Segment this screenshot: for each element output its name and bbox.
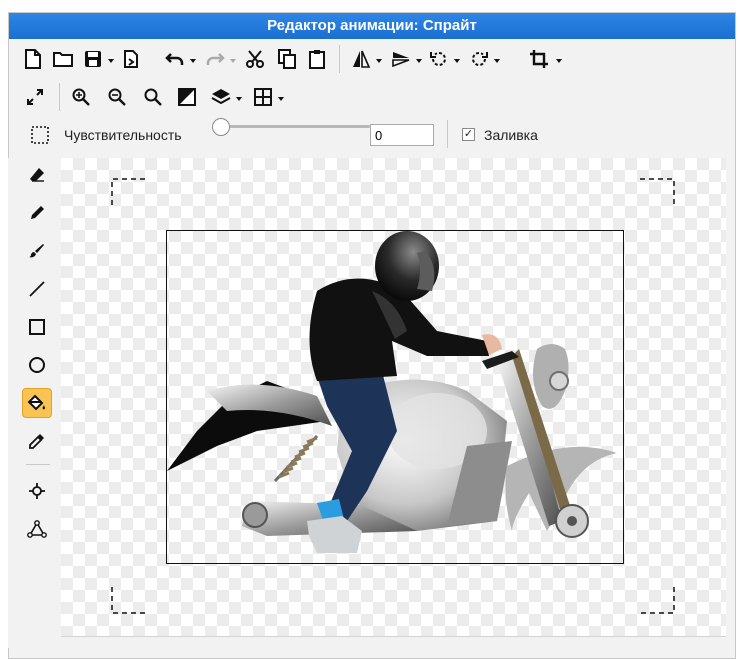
tool-palette (8, 158, 60, 648)
node-edit-icon[interactable] (22, 514, 52, 544)
stage-corner-bottom-left (111, 587, 146, 614)
canvas-bottom-scrollbar[interactable] (61, 636, 726, 649)
stage-corner-bottom-right (640, 587, 675, 614)
zoom-out-icon[interactable] (103, 83, 131, 111)
undo-icon[interactable] (161, 45, 189, 73)
crop-dropdown-icon[interactable] (555, 53, 563, 63)
pencil-icon[interactable] (22, 198, 52, 228)
grid-icon[interactable] (249, 83, 277, 111)
rotate-left-icon[interactable] (425, 45, 453, 73)
flip-v-dropdown-icon[interactable] (415, 53, 423, 63)
layers-dropdown-icon[interactable] (235, 91, 243, 101)
tool-separator (26, 464, 50, 465)
drawing-canvas[interactable] (61, 158, 726, 636)
fill-label: Заливка (484, 127, 538, 143)
redo-dropdown-icon[interactable] (229, 53, 237, 63)
export-icon[interactable] (117, 45, 145, 73)
new-file-icon[interactable] (19, 45, 47, 73)
undo-dropdown-icon[interactable] (189, 53, 197, 63)
save-dropdown-icon[interactable] (107, 53, 115, 63)
flip-horizontal-icon[interactable] (347, 45, 375, 73)
fill-checkbox[interactable]: ✓ (462, 128, 475, 141)
zoom-in-icon[interactable] (67, 83, 95, 111)
options-separator (447, 120, 448, 148)
main-toolbar (9, 41, 735, 77)
brush-icon[interactable] (22, 236, 52, 266)
zoom-reset-icon[interactable] (139, 83, 167, 111)
eraser-icon[interactable] (22, 160, 52, 190)
cut-icon[interactable] (241, 45, 269, 73)
rotate-left-dropdown-icon[interactable] (453, 53, 461, 63)
sensitivity-slider-track[interactable] (220, 125, 370, 128)
motorcycle-rider-sprite (167, 231, 617, 553)
flip-vertical-icon[interactable] (387, 45, 415, 73)
fit-screen-icon[interactable] (21, 83, 49, 111)
selection-marquee-icon[interactable] (26, 121, 54, 149)
stage-corner-top-right (640, 178, 675, 205)
node-select-icon[interactable] (22, 476, 52, 506)
layers-icon[interactable] (207, 83, 235, 111)
fill-bucket-icon[interactable] (22, 388, 52, 418)
sensitivity-slider-handle[interactable] (212, 118, 230, 136)
eyedropper-icon[interactable] (22, 426, 52, 456)
view-toolbar (9, 79, 735, 115)
toolbar-separator (339, 45, 340, 73)
redo-icon[interactable] (201, 45, 229, 73)
window-title: Редактор анимации: Спрайт (9, 13, 735, 39)
paste-icon[interactable] (303, 45, 331, 73)
contrast-icon[interactable] (173, 83, 201, 111)
stage-corner-top-left (111, 178, 146, 205)
toolbar-separator (59, 83, 60, 111)
copy-icon[interactable] (273, 45, 301, 73)
grid-dropdown-icon[interactable] (277, 91, 285, 101)
rotate-right-icon[interactable] (465, 45, 493, 73)
sprite-frame[interactable] (166, 230, 624, 564)
ellipse-icon[interactable] (22, 350, 52, 380)
save-icon[interactable] (79, 45, 107, 73)
sensitivity-label: Чувствительность (64, 127, 182, 143)
open-folder-icon[interactable] (49, 45, 77, 73)
rectangle-icon[interactable] (22, 312, 52, 342)
crop-icon[interactable] (525, 45, 553, 73)
flip-h-dropdown-icon[interactable] (375, 53, 383, 63)
sensitivity-input[interactable] (370, 124, 434, 146)
line-icon[interactable] (22, 274, 52, 304)
rotate-right-dropdown-icon[interactable] (493, 53, 501, 63)
